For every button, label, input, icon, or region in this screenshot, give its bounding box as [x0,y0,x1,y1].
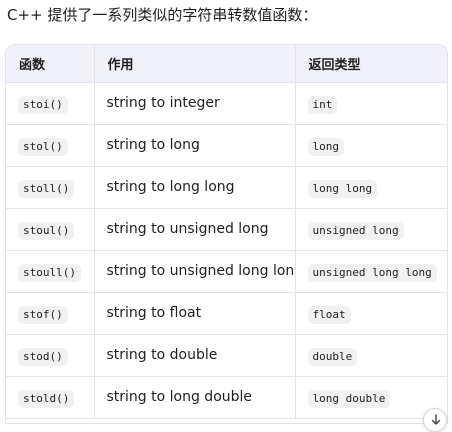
function-code: stod() [18,347,68,366]
function-code: stoull() [18,263,81,282]
return-type-cell: double [294,334,447,377]
return-type-cell: unsigned long long [294,250,447,293]
description-cell: string to double [93,334,295,377]
description-cell: string to float [93,292,295,335]
return-type-code: double [307,347,358,366]
function-cell: stoull() [6,250,94,293]
return-type-cell: float [294,292,447,335]
header-purpose: 作用 [93,45,295,83]
function-cell: stoll() [6,166,94,209]
table-row: stoll() string to long long long long [6,166,447,209]
table-row: stold() string to long double long doubl… [6,376,447,419]
return-type-cell: long long [294,166,447,209]
description-cell: string to unsigned long long [93,250,295,293]
return-type-cell: int [294,82,447,125]
function-cell: stoi() [6,82,94,125]
function-cell: stold() [6,376,94,419]
function-cell: stof() [6,292,94,335]
description-cell: string to long [93,124,295,167]
function-code: stol() [18,137,68,156]
table-row: stof() string to float float [6,292,447,335]
return-type-code: float [307,305,351,324]
function-table-container: 函数 作用 返回类型 stoi() string to integer int … [5,44,448,424]
function-cell: stoul() [6,208,94,251]
return-type-code: int [307,95,338,114]
table-row: stoull() string to unsigned long long un… [6,250,447,293]
description-cell: string to integer [93,82,295,125]
description-cell: string to unsigned long [93,208,295,251]
header-return-type: 返回类型 [294,45,447,83]
function-code: stof() [18,305,68,324]
scroll-down-button[interactable] [423,408,447,432]
return-type-code: long long [307,179,378,198]
intro-text: C++ 提供了一系列类似的字符串转数值函数： [7,6,318,24]
return-type-code: long [307,137,344,156]
description-cell: string to long long [93,166,295,209]
table-row: stol() string to long long [6,124,447,167]
table-row: stod() string to double double [6,334,447,377]
return-type-code: unsigned long long [307,263,437,282]
function-cell: stod() [6,334,94,377]
return-type-code: unsigned long [307,221,404,240]
arrow-down-icon [431,414,441,425]
function-cell: stol() [6,124,94,167]
return-type-cell: unsigned long [294,208,447,251]
return-type-cell: long [294,124,447,167]
function-code: stoll() [18,179,75,198]
function-code: stold() [18,389,75,408]
function-code: stoi() [18,95,68,114]
header-function: 函数 [6,45,94,83]
function-table: 函数 作用 返回类型 stoi() string to integer int … [6,45,447,419]
table-header-row: 函数 作用 返回类型 [6,45,447,83]
return-type-code: long double [307,389,391,408]
table-row: stoul() string to unsigned long unsigned… [6,208,447,251]
description-cell: string to long double [93,376,295,419]
table-row: stoi() string to integer int [6,82,447,125]
function-code: stoul() [18,221,75,240]
